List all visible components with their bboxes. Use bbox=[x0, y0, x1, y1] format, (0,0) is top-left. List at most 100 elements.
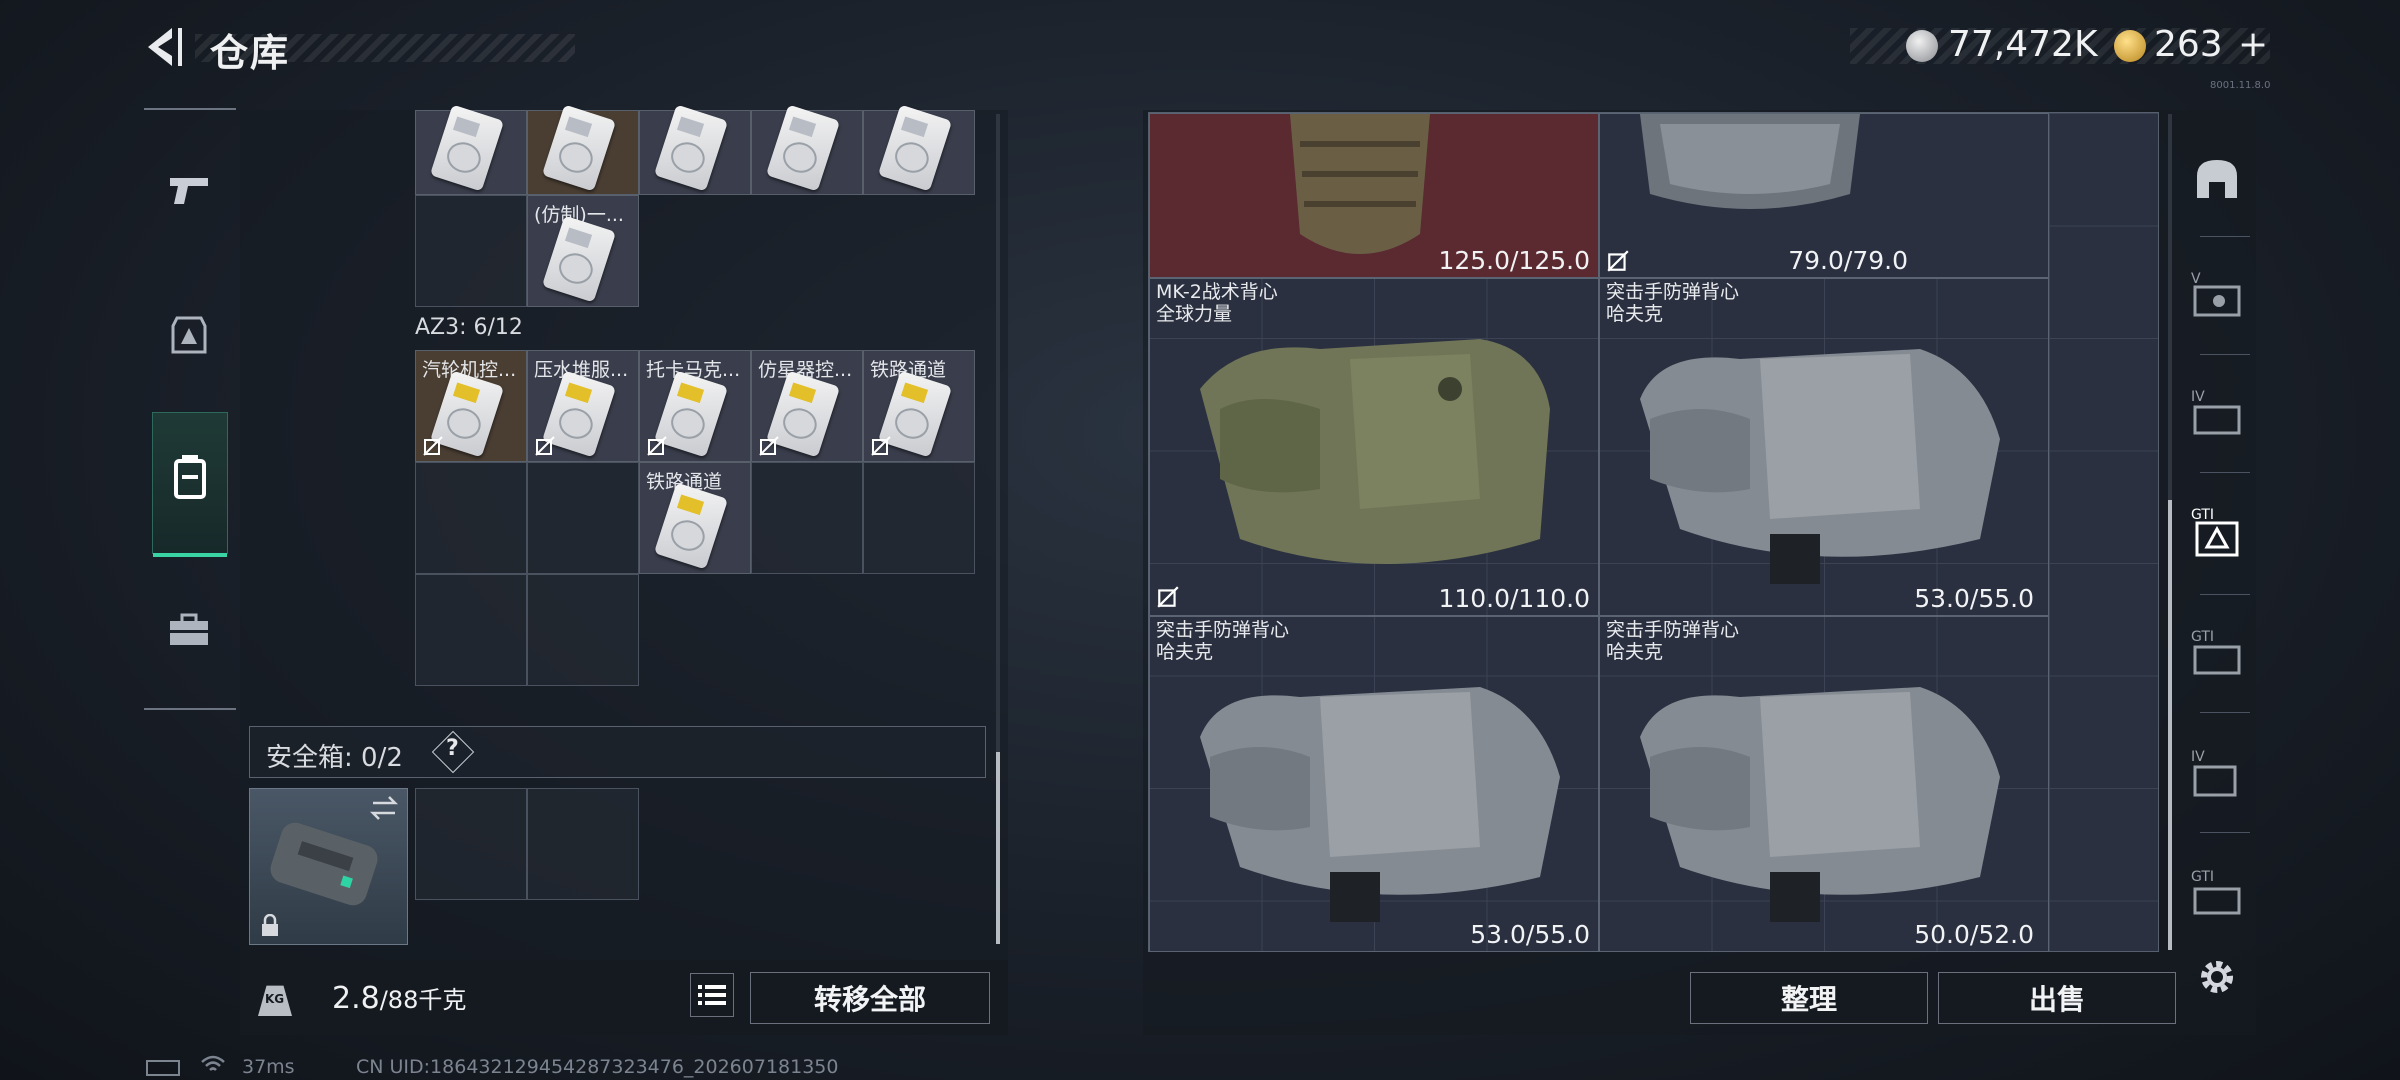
ping-label: 37ms bbox=[242, 1056, 295, 1078]
tab-divider bbox=[2200, 712, 2250, 713]
az3-item-4[interactable]: 仿星器控... bbox=[751, 350, 863, 462]
no-trade-icon bbox=[535, 436, 555, 456]
back-arrow-icon[interactable] bbox=[142, 24, 186, 70]
briefcase-icon bbox=[170, 613, 208, 645]
az3-item-6[interactable]: 铁路通道 bbox=[639, 462, 751, 574]
no-trade-icon bbox=[647, 436, 667, 456]
vest-tab-3c-icon: GTI bbox=[2191, 869, 2241, 915]
inventory-item-3[interactable] bbox=[639, 104, 751, 195]
tab-divider bbox=[2200, 832, 2250, 833]
version-label: 8001.11.8.0 bbox=[2210, 80, 2271, 91]
tab-vest-class-3b[interactable]: GTI bbox=[2184, 620, 2250, 686]
vest-image bbox=[1640, 114, 1860, 209]
currency-silver: 77,472K bbox=[1948, 24, 2098, 65]
tab-divider bbox=[2200, 472, 2250, 473]
empty-slot[interactable] bbox=[415, 462, 527, 574]
no-trade-icon bbox=[1157, 586, 1179, 608]
gear-icon bbox=[2201, 961, 2233, 993]
tab-vest-class-4b[interactable]: IV bbox=[2184, 740, 2250, 806]
silver-coin-icon bbox=[1906, 30, 1938, 62]
left-scrollbar-thumb[interactable] bbox=[996, 752, 1000, 944]
stash-vest-6[interactable]: 突击手防弹背心 哈夫克 50.0/52.0 bbox=[1599, 616, 2049, 952]
tab-vest-class-3c[interactable]: GTI bbox=[2184, 860, 2250, 926]
stash-vest-1[interactable]: 125.0/125.0 bbox=[1149, 113, 1599, 278]
inventory-item-5[interactable] bbox=[863, 104, 975, 195]
weight-capacity: /88千克 bbox=[379, 986, 467, 1014]
no-trade-icon bbox=[1607, 250, 1629, 272]
empty-slot[interactable] bbox=[415, 574, 527, 686]
tab-divider bbox=[2200, 236, 2250, 237]
lock-icon bbox=[262, 914, 278, 936]
rail-divider-top bbox=[144, 108, 236, 110]
stash-vest-4[interactable]: 突击手防弹背心 哈夫克 53.0/55.0 bbox=[1599, 278, 2049, 616]
rail-armor-button[interactable] bbox=[150, 286, 228, 386]
inventory-item-replica[interactable]: (仿制)一... bbox=[527, 195, 639, 307]
rail-divider-bottom bbox=[144, 708, 236, 710]
empty-slot[interactable] bbox=[527, 462, 639, 574]
safebox-slot-1[interactable] bbox=[415, 788, 527, 900]
add-currency-button[interactable]: + bbox=[2238, 24, 2268, 65]
empty-slot[interactable] bbox=[863, 462, 975, 574]
vest-image bbox=[1640, 687, 2000, 922]
pistol-icon bbox=[170, 178, 208, 204]
backpack-icon bbox=[174, 455, 206, 499]
vest-image bbox=[1640, 349, 2000, 584]
no-trade-icon bbox=[871, 436, 891, 456]
battery-icon bbox=[146, 1060, 180, 1076]
vest-tab-3-icon: GTI bbox=[2191, 507, 2239, 557]
az3-item-2[interactable]: 压水堆服... bbox=[527, 350, 639, 462]
svg-text:IV: IV bbox=[2191, 389, 2205, 405]
rail-weapon-button[interactable] bbox=[150, 140, 228, 240]
inventory-item-4[interactable] bbox=[751, 104, 863, 195]
inventory-item-2[interactable] bbox=[527, 104, 639, 195]
stash-vest-3[interactable]: MK-2战术背心 全球力量 110.0/110.0 bbox=[1149, 278, 1599, 616]
list-view-button[interactable] bbox=[690, 973, 734, 1017]
tab-vest-class-4[interactable]: IV bbox=[2184, 380, 2250, 446]
gold-coin-icon bbox=[2114, 30, 2146, 62]
uid-label: CN UID:186432129454287323476_20260718135… bbox=[356, 1056, 839, 1078]
sort-button[interactable]: 整理 bbox=[1690, 972, 1928, 1024]
armor-icon bbox=[171, 316, 207, 354]
svg-text:V: V bbox=[2191, 271, 2201, 287]
stash-vest-5[interactable]: 突击手防弹背心 哈夫克 53.0/55.0 bbox=[1149, 616, 1599, 952]
az3-item-1[interactable]: 汽轮机控... bbox=[415, 350, 527, 462]
tab-vest-class-5[interactable]: V bbox=[2184, 262, 2250, 328]
safebox-slot-2[interactable] bbox=[527, 788, 639, 900]
empty-slot[interactable] bbox=[415, 195, 527, 307]
az3-item-5[interactable]: 铁路通道 bbox=[863, 350, 975, 462]
page-title: 仓库 bbox=[210, 31, 291, 75]
az3-label: AZ3: 6/12 bbox=[415, 315, 523, 340]
no-trade-icon bbox=[759, 436, 779, 456]
vest-image bbox=[1200, 339, 1550, 564]
inventory-item-1[interactable] bbox=[415, 104, 527, 195]
vest-durability: 53.0/55.0 bbox=[1914, 584, 2034, 613]
vest-durability: 79.0/79.0 bbox=[1788, 246, 1908, 275]
swap-icon[interactable] bbox=[369, 795, 399, 821]
tab-vest-class-3-active[interactable]: GTI bbox=[2184, 500, 2250, 566]
empty-slot[interactable] bbox=[527, 574, 639, 686]
az3-item-3[interactable]: 托卡马克... bbox=[639, 350, 751, 462]
vest-tab-3b-icon: GTI bbox=[2191, 629, 2241, 675]
no-trade-icon bbox=[423, 436, 443, 456]
vest-tab-5-icon: V bbox=[2191, 271, 2241, 317]
safebox-image bbox=[270, 822, 378, 906]
stash-vest-2[interactable]: 79.0/79.0 bbox=[1599, 113, 2049, 278]
rail-backpack-button[interactable] bbox=[152, 412, 228, 557]
tab-helmet[interactable] bbox=[2184, 146, 2250, 212]
helmet-icon bbox=[2197, 160, 2237, 198]
sell-button[interactable]: 出售 bbox=[1938, 972, 2176, 1024]
svg-text:GTI: GTI bbox=[2191, 507, 2214, 523]
vest-image bbox=[1290, 114, 1430, 254]
vest-durability: 110.0/110.0 bbox=[1438, 584, 1590, 613]
stash-scrollbar-thumb[interactable] bbox=[2168, 500, 2172, 950]
weight-current: 2.8/88千克 bbox=[332, 980, 466, 1016]
vest-tab-4b-icon: IV bbox=[2191, 749, 2237, 797]
vest-image bbox=[1200, 687, 1560, 922]
vest-durability: 125.0/125.0 bbox=[1438, 246, 1590, 275]
safebox-case[interactable] bbox=[249, 788, 408, 945]
safebox-label: 安全箱: 0/2 bbox=[266, 743, 403, 773]
transfer-all-button[interactable]: 转移全部 bbox=[750, 972, 990, 1024]
empty-slot[interactable] bbox=[751, 462, 863, 574]
settings-button[interactable] bbox=[2184, 944, 2250, 1010]
rail-case-button[interactable] bbox=[150, 580, 228, 680]
